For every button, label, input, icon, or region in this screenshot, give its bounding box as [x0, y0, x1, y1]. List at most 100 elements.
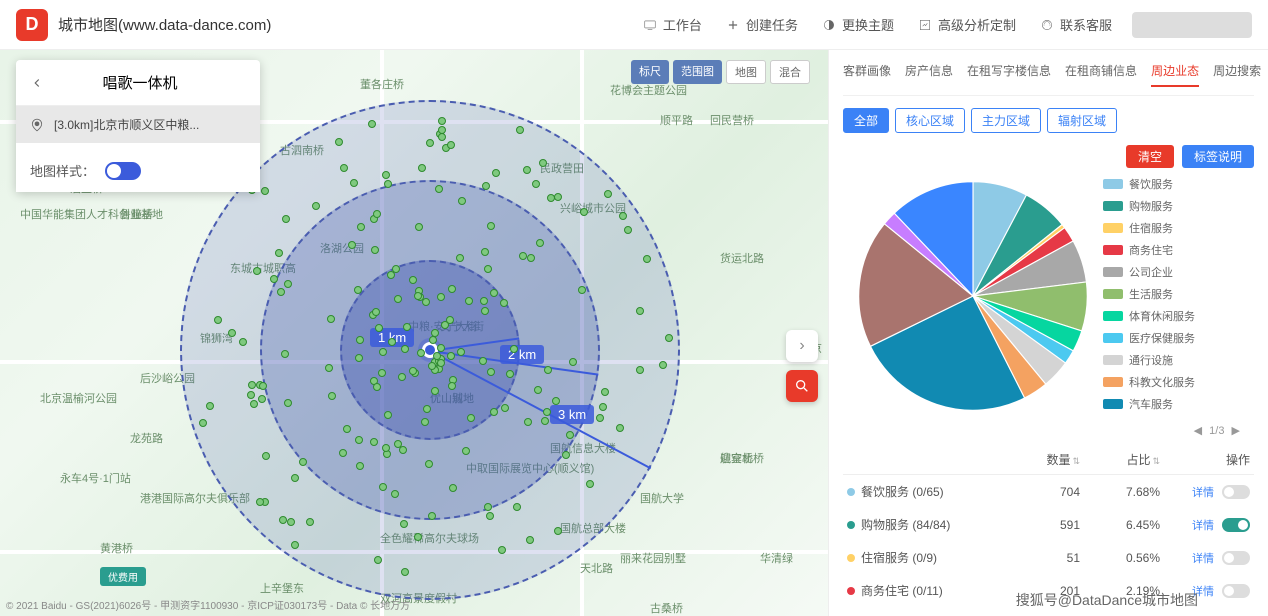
map-mode-1[interactable]: 范围图 [673, 60, 722, 84]
data-point [382, 444, 390, 452]
table-row: 购物服务 (84/84)5916.45%详情 [843, 508, 1254, 541]
legend-button[interactable]: 标签说明 [1182, 145, 1254, 168]
map-poi-label: 丽来花园别墅 [620, 550, 686, 566]
plus-icon [726, 18, 740, 32]
color-swatch [1103, 201, 1123, 211]
data-point [490, 289, 498, 297]
data-point [417, 349, 425, 357]
map-mode-2[interactable]: 地图 [726, 60, 766, 84]
data-point [438, 133, 446, 141]
map-mode-3[interactable]: 混合 [770, 60, 810, 84]
detail-link[interactable]: 详情 [1192, 484, 1214, 500]
data-point [487, 222, 495, 230]
data-point [487, 368, 495, 376]
data-point [401, 345, 409, 353]
clear-button[interactable]: 清空 [1126, 145, 1174, 168]
data-point [284, 280, 292, 288]
legend-item-4[interactable]: 公司企业 [1103, 264, 1254, 280]
map-poi-label: 迎宾北桥 [720, 450, 764, 466]
data-point [547, 194, 555, 202]
legend-item-9[interactable]: 科教文化服务 [1103, 374, 1254, 390]
data-point [527, 254, 535, 262]
table-row: 住宿服务 (0/9)510.56%详情 [843, 541, 1254, 574]
data-point [299, 458, 307, 466]
row-toggle[interactable] [1222, 485, 1250, 499]
data-point [490, 408, 498, 416]
map-poi-label: 上辛堡东 [260, 580, 304, 596]
legend-item-6[interactable]: 体育休闲服务 [1103, 308, 1254, 324]
data-point [534, 386, 542, 394]
theme-icon [822, 18, 836, 32]
data-point [355, 354, 363, 362]
th-pct[interactable]: 占比⇅ [1080, 451, 1160, 468]
data-point [415, 223, 423, 231]
data-point [569, 358, 577, 366]
tab-3[interactable]: 在租商铺信息 [1065, 62, 1137, 87]
data-point [339, 449, 347, 457]
legend-pager: ◀ 1/3 ▶ [843, 424, 1244, 437]
legend-item-7[interactable]: 医疗保健服务 [1103, 330, 1254, 346]
map-poi-label: 北京温榆河公园 [40, 390, 117, 406]
legend-item-8[interactable]: 通行设施 [1103, 352, 1254, 368]
nav-item-4[interactable]: 联系客服 [1040, 15, 1112, 34]
row-bullet [847, 554, 855, 562]
nav-item-1[interactable]: 创建任务 [726, 15, 798, 34]
map-mode-0[interactable]: 标尺 [631, 60, 669, 84]
tab-1[interactable]: 房产信息 [905, 62, 953, 87]
data-point [541, 417, 549, 425]
filter-2[interactable]: 主力区域 [971, 108, 1041, 133]
legend-item-0[interactable]: 餐饮服务 [1103, 176, 1254, 192]
legend-item-2[interactable]: 住宿服务 [1103, 220, 1254, 236]
data-point [516, 126, 524, 134]
row-toggle[interactable] [1222, 518, 1250, 532]
data-point [431, 387, 439, 395]
nav-item-3[interactable]: 高级分析定制 [918, 15, 1016, 34]
map[interactable]: 董各庄桥花博会主题公园古泗南桥顺平路回民营桥鲁疃桥东城古城职高洛湖公园货运北路北… [0, 50, 828, 616]
header: D 城市地图(www.data-dance.com) 工作台 创建任务 更换主题 高级… [0, 0, 1268, 50]
data-point [400, 520, 408, 528]
nav-item-0[interactable]: 工作台 [643, 15, 702, 34]
tab-2[interactable]: 在租写字楼信息 [967, 62, 1051, 87]
data-point [536, 239, 544, 247]
back-icon[interactable] [30, 76, 44, 90]
search-icon [794, 378, 810, 394]
th-count[interactable]: 数量⇅ [1010, 451, 1080, 468]
color-swatch [1103, 245, 1123, 255]
data-point [526, 536, 534, 544]
pager-next[interactable]: ▶ [1228, 425, 1244, 437]
nav-item-2[interactable]: 更换主题 [822, 15, 894, 34]
filter-3[interactable]: 辐射区域 [1047, 108, 1117, 133]
color-swatch [1103, 399, 1123, 409]
row-toggle[interactable] [1222, 551, 1250, 565]
data-point [281, 350, 289, 358]
map-search-button[interactable] [786, 370, 818, 402]
legend-item-10[interactable]: 汽车服务 [1103, 396, 1254, 412]
tab-0[interactable]: 客群画像 [843, 62, 891, 87]
search-result-item[interactable]: [3.0km]北京市顺义区中粮... [16, 106, 260, 143]
legend-item-1[interactable]: 购物服务 [1103, 198, 1254, 214]
legend-item-3[interactable]: 商务住宅 [1103, 242, 1254, 258]
app-title: 城市地图(www.data-dance.com) [58, 14, 643, 35]
expand-panel-button[interactable]: › [786, 330, 818, 362]
pager-prev[interactable]: ◀ [1190, 425, 1206, 437]
data-point [665, 334, 673, 342]
detail-link[interactable]: 详情 [1192, 517, 1214, 533]
data-point [262, 452, 270, 460]
tab-5[interactable]: 周边搜索 [1213, 62, 1261, 87]
support-icon [1040, 18, 1054, 32]
detail-link[interactable]: 详情 [1192, 550, 1214, 566]
data-point [510, 345, 518, 353]
data-point [372, 308, 380, 316]
filter-0[interactable]: 全部 [843, 108, 889, 133]
nav: 工作台 创建任务 更换主题 高级分析定制 联系客服 [643, 15, 1112, 34]
data-point [357, 223, 365, 231]
map-poi-label: 天北路 [580, 560, 613, 576]
watermark: 搜狐号@DataDance城市地图 [1016, 590, 1198, 610]
data-point [428, 362, 436, 370]
filter-1[interactable]: 核心区域 [895, 108, 965, 133]
logo: D [16, 9, 48, 41]
tab-4[interactable]: 周边业态 [1151, 62, 1199, 87]
map-style-toggle[interactable] [105, 162, 141, 180]
legend-item-5[interactable]: 生活服务 [1103, 286, 1254, 302]
row-toggle[interactable] [1222, 584, 1250, 598]
